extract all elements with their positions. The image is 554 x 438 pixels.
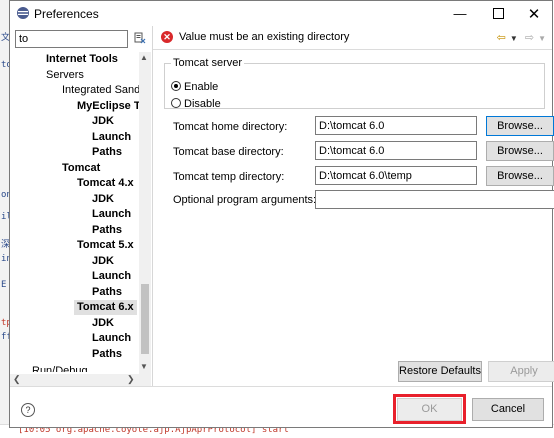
minimize-icon: — bbox=[453, 6, 467, 21]
close-button[interactable]: ✕ bbox=[516, 1, 552, 26]
tree-item-launch[interactable]: Launch bbox=[92, 207, 131, 222]
enable-radio[interactable]: Enable bbox=[171, 81, 218, 93]
bg-fragment: E bbox=[1, 280, 7, 290]
tree-item-jdk[interactable]: JDK bbox=[92, 114, 114, 129]
home-directory-field[interactable] bbox=[315, 116, 477, 135]
temp-directory-label: Tomcat temp directory: bbox=[173, 171, 285, 183]
base-directory-label: Tomcat base directory: bbox=[173, 146, 284, 158]
tree-item-tomcat[interactable]: Tomcat bbox=[62, 161, 100, 176]
tree-item-tomcat-4x[interactable]: Tomcat 4.x bbox=[77, 176, 134, 191]
tree-item-integrated-sandbox[interactable]: Integrated Sand bbox=[62, 83, 139, 98]
filter-input[interactable] bbox=[15, 30, 128, 48]
tree-item-launch[interactable]: Launch bbox=[92, 130, 131, 145]
browse-home-button[interactable]: Browse... bbox=[486, 116, 554, 136]
home-directory-label: Tomcat home directory: bbox=[173, 121, 288, 133]
title-bar: Preferences — ✕ bbox=[10, 1, 552, 26]
tree-horizontal-scrollbar[interactable]: ❮ ❯ bbox=[10, 374, 151, 386]
scroll-down-icon[interactable]: ▼ bbox=[140, 362, 148, 371]
back-dropdown-icon[interactable]: ▼ bbox=[510, 34, 518, 43]
preferences-tree-pane: Internet Tools Servers Integrated Sand M… bbox=[10, 26, 153, 386]
tree-item-paths[interactable]: Paths bbox=[92, 347, 122, 362]
history-navigation: ⇦ ▼ ⇨ ▼ bbox=[493, 31, 546, 44]
tree-item-jdk[interactable]: JDK bbox=[92, 192, 114, 207]
browse-base-button[interactable]: Browse... bbox=[486, 141, 554, 161]
scroll-left-icon[interactable]: ❮ bbox=[13, 374, 21, 385]
preferences-tree: Internet Tools Servers Integrated Sand M… bbox=[10, 52, 139, 372]
tomcat-server-group: Tomcat server Enable Disable bbox=[164, 57, 545, 110]
error-message-text: Value must be an existing directory bbox=[179, 31, 350, 43]
tree-item-servers[interactable]: Servers bbox=[46, 68, 84, 83]
tree-item-jdk[interactable]: JDK bbox=[92, 254, 114, 269]
restore-defaults-button[interactable]: Restore Defaults bbox=[398, 361, 482, 382]
back-arrow-icon[interactable]: ⇦ bbox=[497, 32, 506, 44]
help-icon[interactable]: ? bbox=[21, 403, 35, 417]
clear-filter-icon[interactable] bbox=[134, 32, 146, 44]
scrollbar-thumb[interactable] bbox=[141, 284, 149, 354]
enable-label: Enable bbox=[184, 81, 219, 93]
ok-highlight-annotation bbox=[393, 394, 466, 424]
tree-item-jdk[interactable]: JDK bbox=[92, 316, 114, 331]
scroll-right-icon[interactable]: ❯ bbox=[127, 374, 135, 385]
error-icon: ✕ bbox=[161, 31, 173, 43]
browse-temp-button[interactable]: Browse... bbox=[486, 166, 554, 186]
group-legend: Tomcat server bbox=[173, 57, 243, 69]
tree-item-internet-tools[interactable]: Internet Tools bbox=[46, 52, 118, 67]
tree-item-launch[interactable]: Launch bbox=[92, 331, 131, 346]
tree-item-tomcat-5x[interactable]: Tomcat 5.x bbox=[77, 238, 134, 253]
apply-button[interactable]: Apply bbox=[488, 361, 554, 382]
preferences-dialog: Preferences — ✕ Internet Tools Servers I… bbox=[9, 0, 554, 428]
temp-directory-field[interactable] bbox=[315, 166, 477, 185]
base-directory-field[interactable] bbox=[315, 141, 477, 160]
header-separator bbox=[153, 49, 552, 50]
tree-item-tomcat-6x[interactable]: Tomcat 6.x bbox=[74, 300, 137, 315]
radio-checked-icon bbox=[171, 81, 181, 91]
radio-unchecked-icon bbox=[171, 98, 181, 108]
forward-arrow-icon[interactable]: ⇨ bbox=[525, 32, 534, 44]
program-arguments-label: Optional program arguments: bbox=[173, 194, 317, 206]
preference-page: ✕ Value must be an existing directory ⇦ ▼… bbox=[153, 26, 554, 386]
scroll-up-icon[interactable]: ▲ bbox=[140, 53, 148, 62]
close-icon: ✕ bbox=[527, 5, 541, 23]
eclipse-app-icon bbox=[17, 7, 29, 19]
tree-item-paths[interactable]: Paths bbox=[92, 285, 122, 300]
maximize-button[interactable] bbox=[480, 1, 516, 26]
tree-item-paths[interactable]: Paths bbox=[92, 145, 122, 160]
tree-item-myeclipse-tomcat[interactable]: MyEclipse Te bbox=[77, 99, 139, 114]
tree-vertical-scrollbar[interactable]: ▲ ▼ bbox=[139, 52, 151, 374]
tree-item-run-debug[interactable]: Run/Debug bbox=[32, 364, 88, 372]
tree-item-paths[interactable]: Paths bbox=[92, 223, 122, 238]
disable-radio[interactable]: Disable bbox=[171, 98, 221, 110]
cancel-button[interactable]: Cancel bbox=[472, 398, 544, 421]
tree-item-launch[interactable]: Launch bbox=[92, 269, 131, 284]
program-arguments-field[interactable] bbox=[315, 190, 554, 209]
window-title: Preferences bbox=[34, 7, 99, 21]
minimize-button[interactable]: — bbox=[442, 1, 478, 26]
forward-dropdown-icon[interactable]: ▼ bbox=[538, 34, 546, 43]
maximize-icon bbox=[492, 8, 504, 19]
footer-separator bbox=[10, 386, 552, 387]
disable-label: Disable bbox=[184, 98, 221, 110]
